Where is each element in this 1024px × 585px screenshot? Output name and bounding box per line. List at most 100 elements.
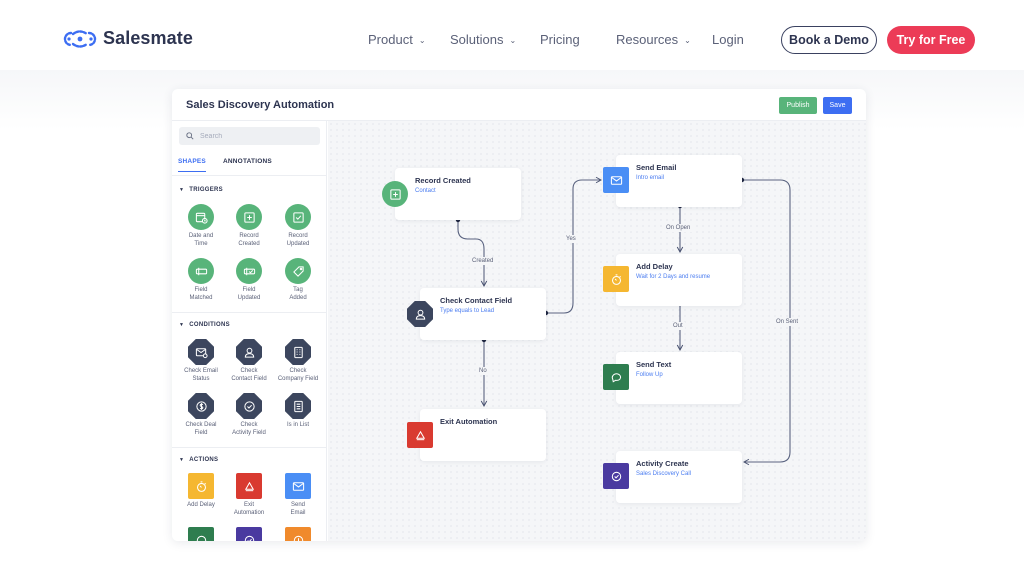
shape-tag-added[interactable]: Tag Added: [273, 258, 323, 302]
nav-product[interactable]: Product ⌄: [368, 32, 426, 47]
brand-logo[interactable]: Salesmate: [63, 28, 193, 49]
shape-field-updated[interactable]: Field Updated: [224, 258, 274, 302]
edge-created: [457, 220, 488, 288]
node-record-created[interactable]: Record Created Contact: [395, 168, 521, 220]
envelope-icon: [285, 473, 311, 499]
shape-label: Tag Added: [289, 287, 307, 301]
section-divider: [172, 447, 326, 448]
tab-shapes[interactable]: SHAPES: [178, 158, 206, 172]
panel-tabs: SHAPES ANNOTATIONS: [172, 153, 326, 176]
node-add-delay[interactable]: Add Delay Wait for 2 Days and resume: [616, 254, 742, 306]
shape-check-email-status[interactable]: Check Email Status: [176, 339, 226, 383]
node-exit-automation[interactable]: Exit Automation: [420, 409, 546, 461]
shape-label: Check Deal Field: [185, 422, 217, 436]
node-subtitle: Sales Discovery Call: [636, 471, 692, 477]
node-check-contact-field[interactable]: Check Contact Field Type equals to Lead: [420, 288, 546, 340]
try-for-free-button[interactable]: Try for Free: [887, 26, 975, 54]
exit-icon: [407, 422, 433, 448]
shape-record-updated[interactable]: Record Updated: [273, 204, 323, 248]
check-circle-icon: [236, 393, 262, 419]
nav-pricing[interactable]: Pricing: [540, 32, 580, 47]
dollar-icon: [285, 527, 311, 541]
top-navigation: Salesmate Product ⌄ Solutions ⌄ Pricing …: [0, 0, 1024, 70]
publish-button[interactable]: Publish: [779, 97, 817, 114]
exit-icon: [236, 473, 262, 499]
shape-activity-create[interactable]: [224, 527, 274, 541]
chevron-down-icon: ⌄: [684, 36, 691, 45]
tab-annotations[interactable]: ANNOTATIONS: [223, 158, 272, 165]
search-box[interactable]: [179, 127, 320, 145]
shape-send-text[interactable]: [176, 527, 226, 541]
edge-yes: [546, 176, 603, 314]
check-circle-icon: [236, 527, 262, 541]
shape-check-deal-field[interactable]: Check Deal Field: [176, 393, 226, 437]
shape-label: Field Matched: [189, 287, 213, 301]
shape-check-activity-field[interactable]: Check Activity Field: [224, 393, 274, 437]
search-icon: [186, 132, 194, 140]
node-subtitle: Contact: [415, 188, 436, 194]
caret-down-icon: ▼: [179, 322, 185, 328]
shape-label: Date and Time: [188, 233, 214, 247]
plus-square-icon: [236, 204, 262, 230]
triggers-title: TRIGGERS: [189, 187, 223, 193]
edge-label-created: Created: [470, 257, 496, 265]
shape-label: Field Updated: [237, 287, 261, 301]
node-title: Activity Create: [636, 459, 689, 468]
node-subtitle: Wait for 2 Days and resume: [636, 274, 711, 280]
triggers-group-header[interactable]: ▼ TRIGGERS: [179, 187, 223, 193]
node-title: Send Email: [636, 163, 677, 172]
shape-check-company-field[interactable]: Check Company Field: [273, 339, 323, 383]
node-subtitle: Follow Up: [636, 372, 663, 378]
book-demo-button[interactable]: Book a Demo: [781, 26, 877, 54]
tag-icon: [285, 258, 311, 284]
edge-label-on-sent: On Sent: [774, 318, 801, 326]
shape-record-created[interactable]: Record Created: [224, 204, 274, 248]
message-icon: [603, 364, 629, 390]
shape-exit-automation[interactable]: Exit Automation: [224, 473, 274, 517]
shape-label: Check Contact Field: [231, 368, 267, 382]
envelope-icon: [603, 167, 629, 193]
message-icon: [188, 527, 214, 541]
email-status-icon: [188, 339, 214, 365]
shape-label: Check Email Status: [184, 368, 218, 382]
shape-add-delay[interactable]: Add Delay: [176, 473, 226, 510]
actions-group-header[interactable]: ▼ ACTIONS: [179, 457, 218, 463]
dollar-icon: [188, 393, 214, 419]
shape-send-email[interactable]: Send Email: [273, 473, 323, 517]
nav-solutions[interactable]: Solutions ⌄: [450, 32, 516, 47]
conditions-group-header[interactable]: ▼ CONDITIONS: [179, 322, 230, 328]
save-button[interactable]: Save: [823, 97, 852, 114]
shape-label: Record Updated: [286, 233, 310, 247]
shape-is-in-list[interactable]: Is in List: [273, 393, 323, 430]
check-circle-icon: [603, 463, 629, 489]
node-send-text[interactable]: Send Text Follow Up: [616, 352, 742, 404]
shape-field-matched[interactable]: Field Matched: [176, 258, 226, 302]
section-divider: [172, 312, 326, 313]
shape-label: Check Company Field: [277, 368, 319, 382]
list-icon: [285, 393, 311, 419]
shape-date-and-time[interactable]: Date and Time: [176, 204, 226, 248]
search-input[interactable]: [200, 132, 310, 140]
nav-login[interactable]: Login: [712, 32, 744, 47]
company-icon: [285, 339, 311, 365]
field-check-icon: [236, 258, 262, 284]
node-send-email[interactable]: Send Email Intro email: [616, 155, 742, 207]
node-subtitle: Intro email: [636, 175, 665, 181]
nav-resources[interactable]: Resources ⌄: [616, 32, 691, 47]
automation-title: Sales Discovery Automation: [186, 99, 335, 111]
shape-deal-action[interactable]: [273, 527, 323, 541]
conditions-title: CONDITIONS: [189, 322, 230, 328]
shape-label: Record Created: [238, 233, 260, 247]
shape-label: Check Activity Field: [232, 422, 266, 436]
node-activity-create[interactable]: Activity Create Sales Discovery Call: [616, 451, 742, 503]
node-title: Add Delay: [636, 262, 673, 271]
flow-canvas[interactable]: Created No Yes On Open Out On Sent Recor…: [328, 121, 866, 541]
edge-label-out: Out: [671, 322, 685, 330]
field-icon: [188, 258, 214, 284]
shape-check-contact-field[interactable]: Check Contact Field: [224, 339, 274, 383]
node-title: Check Contact Field: [440, 296, 513, 305]
nav-solutions-label: Solutions: [450, 32, 504, 47]
chevron-down-icon: ⌄: [418, 36, 426, 45]
nav-product-label: Product: [368, 32, 413, 47]
shape-label: Add Delay: [187, 502, 215, 508]
